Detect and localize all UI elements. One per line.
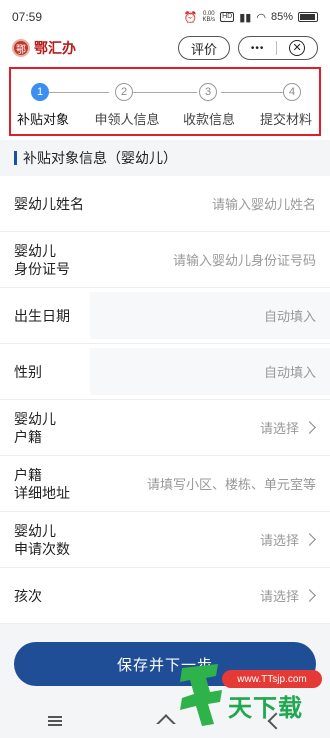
step-3-circle[interactable]: 3 [199, 83, 217, 101]
close-button[interactable]: ✕ [289, 40, 306, 56]
wifi-icon: ◠ [256, 11, 266, 24]
step-4-label: 提交材料 [259, 112, 313, 127]
review-button[interactable]: 评价 [178, 36, 230, 60]
household-placeholder: 请选择 [259, 421, 299, 436]
label-line: 户籍 [14, 428, 42, 445]
infant-info-form: 婴幼儿姓名 请输入婴幼儿姓名 婴幼儿 身份证号 请输入婴幼儿身份证号码 出生日期… [0, 176, 330, 624]
seal-icon: 鄂 [12, 39, 30, 57]
label-line: 孩次 [14, 587, 42, 604]
capsule-divider [276, 41, 278, 55]
step-connector [221, 92, 285, 93]
chevron-right-icon [303, 589, 316, 602]
infant-id-label: 婴幼儿 身份证号 [14, 242, 104, 278]
infant-name-label: 婴幼儿姓名 [14, 195, 104, 213]
address-label: 户籍 详细地址 [14, 466, 104, 502]
application-count-placeholder: 请选择 [259, 533, 299, 548]
watermark-logo-icon [180, 664, 222, 726]
watermark: www.TTsjp.com 天下载 [170, 646, 328, 734]
birth-date-value: 自动填入 [264, 306, 316, 325]
status-time: 07:59 [12, 10, 43, 24]
infant-name-placeholder: 请输入婴幼儿姓名 [211, 197, 316, 212]
label-line: 婴幼儿 [14, 242, 56, 259]
app-logo: 鄂 鄂汇办 [12, 38, 76, 58]
label-line: 婴幼儿 [14, 522, 56, 539]
battery-icon [298, 12, 318, 22]
signal-icon: ▮▮ [239, 11, 252, 24]
birth-date-row: 出生日期 自动填入 [0, 288, 330, 344]
infant-name-input[interactable]: 请输入婴幼儿姓名 [212, 194, 316, 213]
label-line: 申请次数 [14, 540, 70, 557]
chevron-right-icon [303, 421, 316, 434]
more-button[interactable]: ••• [251, 43, 265, 54]
label-line: 婴幼儿姓名 [14, 195, 84, 212]
step-4-circle[interactable]: 4 [283, 83, 301, 101]
household-label: 婴幼儿 户籍 [14, 410, 104, 446]
address-row[interactable]: 户籍 详细地址 请填写小区、楼栋、单元室等 [0, 456, 330, 512]
step-3-label: 收款信息 [182, 112, 236, 127]
label-line: 户籍 [14, 466, 42, 483]
step-connector [49, 92, 109, 93]
birth-order-row[interactable]: 孩次 请选择 [0, 568, 330, 624]
section-title: 补贴对象信息（婴幼儿） [0, 146, 330, 170]
label-line: 婴幼儿 [14, 410, 56, 427]
watermark-url: www.TTsjp.com [222, 670, 322, 688]
infant-id-input[interactable]: 请输入婴幼儿身份证号码 [173, 250, 316, 269]
label-line: 详细地址 [14, 484, 70, 501]
battery-percent: 85% [270, 11, 293, 23]
birth-order-placeholder: 请选择 [259, 589, 299, 604]
menu-icon[interactable] [48, 716, 63, 726]
close-icon: ✕ [292, 41, 302, 54]
label-line: 身份证号 [14, 260, 70, 277]
section-title-bar [14, 151, 17, 165]
section-title-text: 补贴对象信息（婴幼儿） [23, 150, 177, 166]
step-2-circle[interactable]: 2 [115, 83, 133, 101]
birth-date-autofill: 自动填入 [263, 309, 316, 324]
infant-id-row[interactable]: 婴幼儿 身份证号 请输入婴幼儿身份证号码 [0, 232, 330, 288]
alarm-icon: ⏰ [183, 11, 198, 24]
status-icons: ⏰ 0.00 KB/s HD ▮▮ ◠ 85% [184, 11, 318, 24]
net-speed-unit: KB/s [202, 17, 216, 23]
address-placeholder: 请填写小区、楼栋、单元室等 [146, 477, 316, 492]
hd-badge: HD [220, 12, 235, 22]
header-actions: 评价 ••• ✕ [178, 36, 318, 60]
birth-order-select[interactable]: 请选择 [260, 586, 316, 605]
app-header: 鄂 鄂汇办 评价 ••• ✕ [0, 34, 330, 62]
steps: 1 2 3 4 补贴对象 申领人信息 收款信息 提交材料 [11, 77, 319, 127]
step-1-circle[interactable]: 1 [31, 83, 49, 101]
household-select[interactable]: 请选择 [260, 418, 316, 437]
gender-value: 自动填入 [264, 362, 316, 381]
gender-row: 性别 自动填入 [0, 344, 330, 400]
application-count-label: 婴幼儿 申请次数 [14, 522, 104, 558]
gender-autofill: 自动填入 [263, 365, 316, 380]
infant-id-placeholder: 请输入婴幼儿身份证号码 [172, 253, 316, 268]
step-2-label: 申领人信息 [94, 112, 160, 127]
application-count-row[interactable]: 婴幼儿 申请次数 请选择 [0, 512, 330, 568]
net-speed: 0.00 KB/s [202, 11, 215, 23]
birth-order-label: 孩次 [14, 587, 104, 605]
chevron-right-icon [303, 533, 316, 546]
stepper-section: 1 2 3 4 补贴对象 申领人信息 收款信息 提交材料 [0, 62, 330, 140]
stepper: 1 2 3 4 补贴对象 申领人信息 收款信息 提交材料 [9, 67, 321, 136]
step-connector [133, 92, 197, 93]
status-bar: 07:59 ⏰ 0.00 KB/s HD ▮▮ ◠ 85% [0, 0, 330, 34]
household-row[interactable]: 婴幼儿 户籍 请选择 [0, 400, 330, 456]
step-1-label: 补贴对象 [16, 112, 70, 127]
infant-name-row[interactable]: 婴幼儿姓名 请输入婴幼儿姓名 [0, 176, 330, 232]
application-count-select[interactable]: 请选择 [260, 530, 316, 549]
address-input[interactable]: 请填写小区、楼栋、单元室等 [147, 474, 316, 493]
app-name: 鄂汇办 [34, 41, 76, 57]
miniapp-capsule: ••• ✕ [238, 36, 318, 60]
watermark-text: 天下载 [228, 694, 303, 722]
